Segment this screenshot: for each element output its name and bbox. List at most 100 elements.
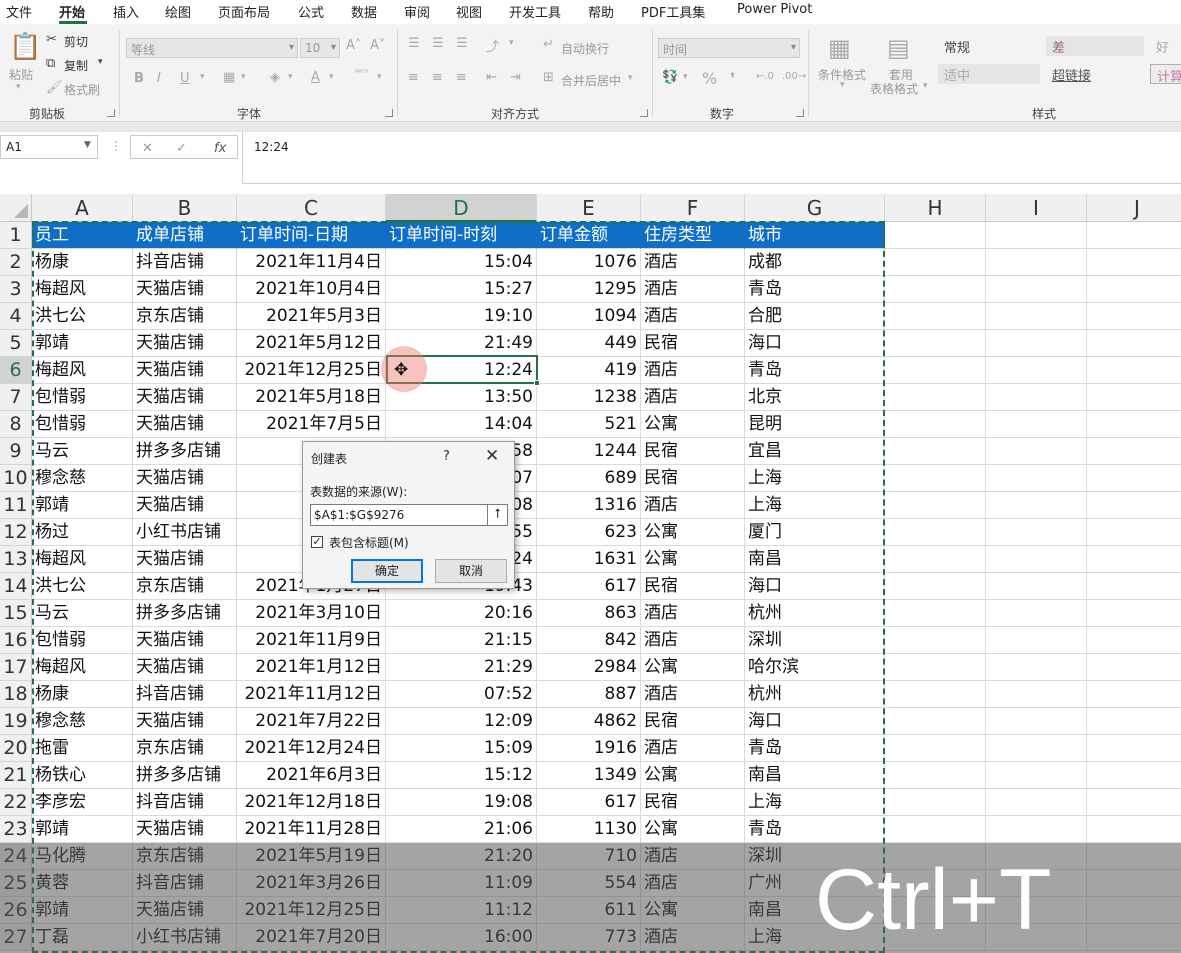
tab-insert[interactable]: 插入 [113,2,139,21]
row-header[interactable]: 26 [0,897,32,924]
cell[interactable]: 公寓 [641,897,745,924]
cell[interactable]: 拼多多店铺 [133,438,237,465]
tab-home[interactable]: 开始 [59,2,85,21]
cell[interactable]: 青岛 [745,735,885,762]
cell[interactable] [885,600,986,627]
cell[interactable]: 昆明 [745,411,885,438]
has-headers-checkbox[interactable]: ✓ [311,536,323,548]
cell[interactable]: 2984 [537,654,641,681]
cell[interactable] [986,735,1087,762]
cell[interactable]: 杭州 [745,600,885,627]
range-input[interactable]: $A$1:$G$9276 [310,504,488,526]
table-format-icon[interactable]: ▤ [887,34,910,62]
number-format-select[interactable]: 时间▾ [658,38,800,58]
row-header[interactable]: 12 [0,519,32,546]
row-header[interactable]: 5 [0,330,32,357]
cell[interactable]: 天猫店铺 [133,411,237,438]
fill-color-icon[interactable]: ◈ [270,70,280,85]
cell[interactable]: 07:52 [386,681,537,708]
cell[interactable] [986,276,1087,303]
cell[interactable]: 梅超风 [32,276,133,303]
cell[interactable]: 2021年11月4日 [237,249,386,276]
cell[interactable]: 617 [537,573,641,600]
conditional-format-dropdown-icon[interactable]: ▾ [840,80,845,90]
cell[interactable]: 京东店铺 [133,303,237,330]
cell[interactable]: 天猫店铺 [133,357,237,384]
header-cell[interactable]: 员工 [32,222,133,249]
cell[interactable] [1087,681,1181,708]
cell[interactable]: 上海 [745,789,885,816]
cell[interactable]: 21:20 [386,843,537,870]
cell[interactable] [986,411,1087,438]
border-dropdown-icon[interactable]: ▾ [241,72,246,82]
cell[interactable]: 北京 [745,384,885,411]
cell[interactable]: 天猫店铺 [133,465,237,492]
cell[interactable]: 公寓 [641,816,745,843]
tab-page-layout[interactable]: 页面布局 [218,2,270,21]
cell[interactable] [986,654,1087,681]
row-header[interactable]: 3 [0,276,32,303]
cell[interactable]: 海口 [745,330,885,357]
merge-dropdown-icon[interactable]: ▾ [628,73,633,83]
cell[interactable]: 1916 [537,735,641,762]
number-launcher-icon[interactable] [796,109,804,117]
cell[interactable] [885,654,986,681]
cell[interactable] [1087,924,1181,951]
cell[interactable] [885,735,986,762]
font-color-icon[interactable]: A [311,70,320,85]
row-header[interactable]: 19 [0,708,32,735]
row-header[interactable]: 16 [0,627,32,654]
increase-decimal-icon[interactable]: ←.0 [756,71,774,82]
cell[interactable]: 2021年10月4日 [237,276,386,303]
cell[interactable]: 酒店 [641,384,745,411]
cell[interactable]: 623 [537,519,641,546]
cell[interactable] [885,411,986,438]
style-normal[interactable]: 常规 [938,36,1042,56]
cell[interactable]: 12:09 [386,708,537,735]
accounting-dropdown-icon[interactable]: ▾ [683,72,688,82]
cell[interactable]: 2021年11月9日 [237,627,386,654]
cell[interactable] [885,627,986,654]
column-header-d[interactable]: D [386,194,537,222]
tab-power-pivot[interactable]: Power Pivot [737,2,812,17]
cell[interactable]: 天猫店铺 [133,276,237,303]
cell[interactable]: 1295 [537,276,641,303]
cell[interactable]: 杨康 [32,681,133,708]
font-size-select[interactable]: 10▾ [300,38,340,58]
cell[interactable]: 杨铁心 [32,762,133,789]
cell[interactable]: 青岛 [745,276,885,303]
row-header[interactable]: 2 [0,249,32,276]
cell[interactable] [885,492,986,519]
cell[interactable]: 419 [537,357,641,384]
cell[interactable]: 19:08 [386,789,537,816]
cell[interactable] [1087,465,1181,492]
cell[interactable]: 2021年7月5日 [237,411,386,438]
cell[interactable] [885,249,986,276]
cell[interactable]: 天猫店铺 [133,816,237,843]
column-header-e[interactable]: E [537,194,641,222]
paste-button[interactable]: 粘贴 [9,66,33,83]
cell[interactable] [986,573,1087,600]
tab-formulas[interactable]: 公式 [298,2,324,21]
row-header[interactable]: 25 [0,870,32,897]
row-header[interactable]: 18 [0,681,32,708]
cell[interactable] [1087,411,1181,438]
cell[interactable]: 马云 [32,438,133,465]
font-color-dropdown-icon[interactable]: ▾ [329,72,334,82]
column-header-g[interactable]: G [745,194,885,222]
ok-button[interactable]: 确定 [351,559,423,583]
cell[interactable] [1087,654,1181,681]
cell[interactable] [885,303,986,330]
cell[interactable]: 2021年7月22日 [237,708,386,735]
row-header[interactable]: 11 [0,492,32,519]
conditional-format-icon[interactable]: ▦ [828,34,851,62]
column-header-c[interactable]: C [237,194,386,222]
row-header[interactable]: 1 [0,222,32,249]
tab-review[interactable]: 审阅 [404,2,430,21]
cell[interactable]: 21:06 [386,816,537,843]
cell[interactable]: 15:12 [386,762,537,789]
column-header-f[interactable]: F [641,194,745,222]
align-bottom-icon[interactable]: ☰ [456,36,468,51]
cell[interactable]: 酒店 [641,600,745,627]
cell[interactable]: 洪七公 [32,303,133,330]
